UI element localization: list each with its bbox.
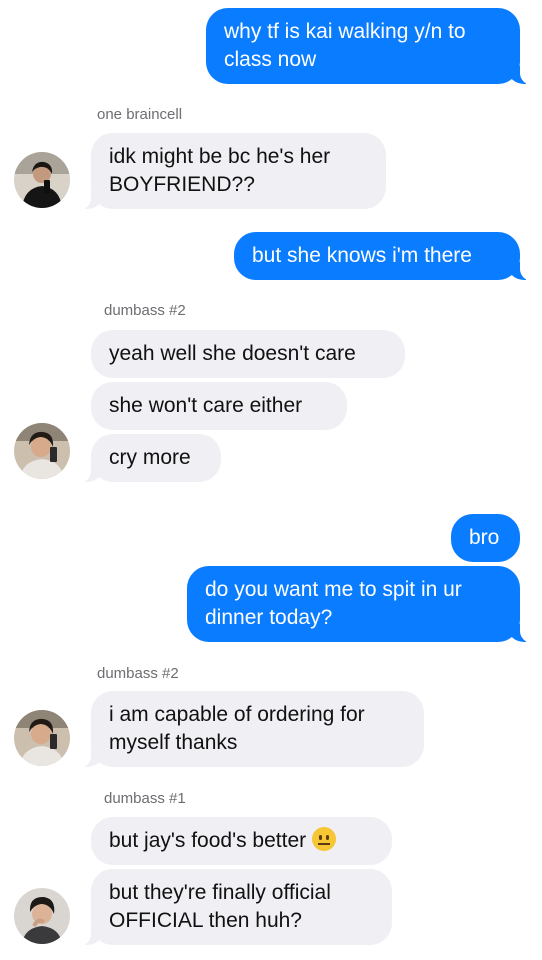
message-text: i am capable of ordering for myself than… [109, 703, 365, 754]
message-text: idk might be bc he's her BOYFRIEND?? [109, 145, 331, 196]
incoming-message[interactable]: but they're finally official OFFICIAL th… [73, 869, 392, 946]
incoming-message[interactable]: yeah well she doesn't care [91, 330, 405, 378]
incoming-message[interactable]: she won't care either [91, 382, 347, 430]
sender-name: dumbass #1 [104, 790, 186, 807]
message-text: yeah well she doesn't care [109, 342, 356, 365]
message-text: cry more [109, 446, 191, 469]
message-text: but they're finally official OFFICIAL th… [109, 881, 331, 932]
message-text: she won't care either [109, 394, 303, 417]
incoming-message[interactable]: cry more [73, 434, 221, 483]
message-text: do you want me to spit in ur dinner toda… [205, 578, 462, 629]
avatar[interactable] [14, 710, 70, 766]
avatar[interactable] [14, 888, 70, 944]
message-text: why tf is kai walking y/n to class now [224, 20, 466, 71]
avatar-photo-icon [14, 710, 70, 766]
sender-name: dumbass #2 [97, 665, 179, 682]
incoming-message[interactable]: i am capable of ordering for myself than… [73, 691, 424, 768]
outgoing-message[interactable]: why tf is kai walking y/n to class now [206, 8, 538, 85]
incoming-message[interactable]: but jay's food's better [91, 817, 392, 865]
avatar[interactable] [14, 152, 70, 208]
sender-name: dumbass #2 [104, 302, 186, 319]
avatar-photo-icon [14, 152, 70, 208]
outgoing-message[interactable]: do you want me to spit in ur dinner toda… [187, 566, 538, 643]
message-text: but she knows i'm there [252, 244, 472, 267]
sender-name: one braincell [97, 106, 183, 123]
message-text: but jay's food's better [109, 829, 307, 852]
avatar-photo-icon [14, 423, 70, 479]
neutral-face-emoji-icon [312, 827, 337, 851]
incoming-message[interactable]: idk might be bc he's her BOYFRIEND?? [73, 133, 386, 210]
outgoing-message[interactable]: bro [451, 514, 520, 562]
avatar[interactable] [14, 423, 70, 479]
message-text: bro [469, 526, 500, 549]
avatar-photo-icon [14, 888, 70, 944]
outgoing-message[interactable]: but she knows i'm there [234, 232, 538, 281]
